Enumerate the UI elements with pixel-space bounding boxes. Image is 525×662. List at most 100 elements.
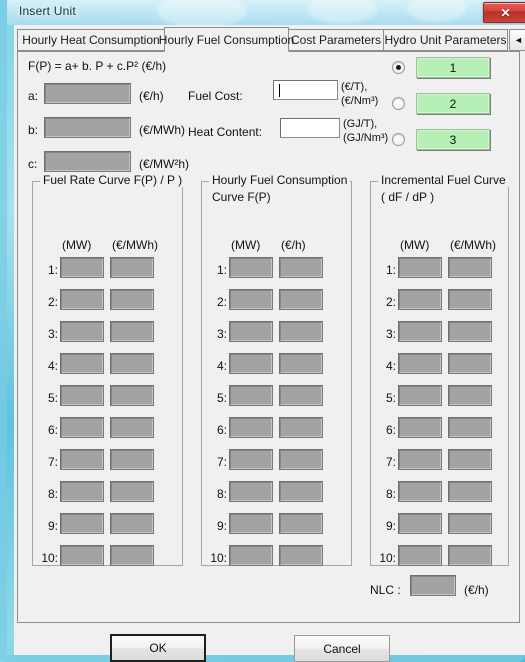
- row-number: 9:: [47, 519, 58, 533]
- row-number: 8:: [216, 487, 227, 501]
- curve-value-field[interactable]: [110, 321, 154, 342]
- segment-box-1[interactable]: 1: [416, 57, 490, 78]
- curve-value-field[interactable]: [110, 257, 154, 278]
- curve-value-field[interactable]: [229, 385, 273, 406]
- curve-value-field[interactable]: [398, 417, 442, 438]
- curve-value-field[interactable]: [60, 481, 104, 502]
- group-hourly-fuel-consumption-curve-subtitle: Curve F(P): [212, 190, 271, 204]
- ok-button[interactable]: OK: [110, 634, 206, 662]
- curve-value-field[interactable]: [229, 417, 273, 438]
- curve-value-field[interactable]: [229, 353, 273, 374]
- curve-value-field[interactable]: [448, 385, 492, 406]
- tab-hourly-heat-consumption[interactable]: Hourly Heat Consumption: [17, 29, 165, 51]
- curve-value-field[interactable]: [398, 353, 442, 374]
- curve-value-field[interactable]: [398, 513, 442, 534]
- curve-value-field[interactable]: [110, 289, 154, 310]
- curve-value-field[interactable]: [110, 545, 154, 566]
- group-incremental-fuel-curve-subtitle: ( dF / dP ): [381, 190, 435, 204]
- curve-value-field[interactable]: [448, 449, 492, 470]
- curve-value-field[interactable]: [448, 481, 492, 502]
- curve-value-field[interactable]: [60, 449, 104, 470]
- curve-value-field[interactable]: [448, 545, 492, 566]
- curve-value-field[interactable]: [60, 321, 104, 342]
- curve-value-field[interactable]: [279, 321, 323, 342]
- curve-value-field[interactable]: [229, 513, 273, 534]
- curve-value-field[interactable]: [448, 289, 492, 310]
- curve-value-field[interactable]: [279, 289, 323, 310]
- row-number: 8:: [385, 487, 396, 501]
- curve-value-field[interactable]: [60, 545, 104, 566]
- curve-value-field[interactable]: [279, 353, 323, 374]
- curve-value-field[interactable]: [60, 289, 104, 310]
- curve-value-field[interactable]: [448, 353, 492, 374]
- group-fuel-rate-curve: [32, 181, 183, 566]
- row-number: 5:: [216, 391, 227, 405]
- row-number: 2:: [216, 295, 227, 309]
- nlc-field[interactable]: [410, 575, 456, 596]
- curve-value-field[interactable]: [398, 545, 442, 566]
- title-bar[interactable]: Insert Unit ✕: [7, 0, 525, 25]
- segment-radio-2[interactable]: [392, 97, 405, 110]
- curve-value-field[interactable]: [279, 513, 323, 534]
- curve-value-field[interactable]: [229, 321, 273, 342]
- curve-value-field[interactable]: [448, 257, 492, 278]
- curve-value-field[interactable]: [448, 513, 492, 534]
- tab-scroll-left-icon[interactable]: ◄: [509, 29, 525, 51]
- close-icon: ✕: [500, 5, 511, 20]
- row-number: 7:: [47, 455, 58, 469]
- curve-value-field[interactable]: [60, 257, 104, 278]
- tab-hourly-fuel-consumption[interactable]: Hourly Fuel Consumption: [159, 27, 294, 52]
- curve-value-field[interactable]: [398, 385, 442, 406]
- curve-value-field[interactable]: [229, 545, 273, 566]
- curve-value-field[interactable]: [110, 449, 154, 470]
- curve-value-field[interactable]: [398, 289, 442, 310]
- curve-value-field[interactable]: [110, 353, 154, 374]
- curve-value-field[interactable]: [279, 257, 323, 278]
- curve-value-field[interactable]: [60, 417, 104, 438]
- curve-value-field[interactable]: [398, 321, 442, 342]
- curve-value-field[interactable]: [60, 385, 104, 406]
- curve-value-field[interactable]: [279, 481, 323, 502]
- curve-value-field[interactable]: [60, 513, 104, 534]
- heat-content-unit-line2: (GJ/Nm³): [343, 132, 389, 144]
- curve-value-field[interactable]: [398, 257, 442, 278]
- coefficient-b-unit: (€/MWh): [139, 123, 185, 137]
- curve-value-field[interactable]: [229, 257, 273, 278]
- segment-box-3[interactable]: 3: [416, 129, 490, 150]
- segment-box-2[interactable]: 2: [416, 93, 490, 114]
- curve-value-field[interactable]: [60, 353, 104, 374]
- coefficient-b-field[interactable]: [44, 117, 131, 138]
- curve-value-field[interactable]: [279, 545, 323, 566]
- curve-value-field[interactable]: [110, 417, 154, 438]
- curve-value-field[interactable]: [110, 513, 154, 534]
- dialog-client-area: Hourly Heat Consumption Hourly Fuel Consu…: [14, 25, 525, 662]
- curve-value-field[interactable]: [229, 449, 273, 470]
- group-hourly-fuel-consumption-curve-column-header: (MW): [231, 238, 261, 252]
- curve-value-field[interactable]: [229, 289, 273, 310]
- row-number: 2:: [385, 295, 396, 309]
- text-caret: [279, 84, 280, 97]
- curve-value-field[interactable]: [448, 417, 492, 438]
- curve-value-field[interactable]: [279, 449, 323, 470]
- cancel-button[interactable]: Cancel: [294, 635, 390, 662]
- curve-value-field[interactable]: [279, 385, 323, 406]
- tab-cost-parameters[interactable]: Cost Parameters: [288, 29, 384, 51]
- curve-value-field[interactable]: [229, 481, 273, 502]
- curve-value-field[interactable]: [448, 321, 492, 342]
- close-button[interactable]: ✕: [483, 2, 525, 23]
- coefficient-c-field[interactable]: [44, 151, 131, 172]
- row-number: 10:: [379, 551, 396, 565]
- segment-radio-3[interactable]: [392, 133, 405, 146]
- curve-value-field[interactable]: [110, 385, 154, 406]
- group-incremental-fuel-curve-column-header: (MW): [400, 238, 430, 252]
- curve-value-field[interactable]: [398, 481, 442, 502]
- curve-value-field[interactable]: [398, 449, 442, 470]
- coefficient-c-label: c:: [28, 157, 38, 171]
- curve-value-field[interactable]: [110, 481, 154, 502]
- segment-radio-1[interactable]: [392, 61, 405, 74]
- tab-hydro-unit-parameters[interactable]: Hydro Unit Parameters: [383, 29, 508, 51]
- coefficient-a-field[interactable]: [44, 83, 131, 104]
- curve-value-field[interactable]: [279, 417, 323, 438]
- fuel-cost-input[interactable]: [273, 80, 338, 100]
- heat-content-input[interactable]: [280, 118, 340, 138]
